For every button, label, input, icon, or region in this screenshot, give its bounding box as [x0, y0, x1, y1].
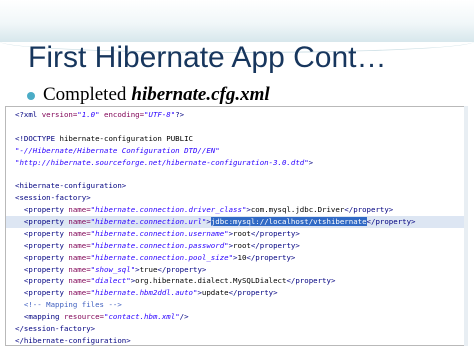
- code-line[interactable]: <property name="dialect">org.hibernate.d…: [15, 275, 467, 287]
- code-line[interactable]: </hibernate-configuration>: [15, 335, 467, 347]
- code-line[interactable]: ​: [15, 121, 467, 133]
- selected-text: jdbc:mysql://localhost/vtshibernate: [210, 217, 367, 227]
- code-line[interactable]: <property name="hibernate.connection.pas…: [15, 240, 467, 252]
- code-line[interactable]: <property name="hibernate.hbm2ddl.auto">…: [15, 287, 467, 299]
- code-line[interactable]: <session-factory>: [15, 192, 467, 204]
- code-line[interactable]: ​: [15, 168, 467, 180]
- code-line[interactable]: <!-- Mapping files -->: [15, 299, 467, 311]
- code-line[interactable]: <property name="hibernate.connection.url…: [6, 216, 467, 228]
- code-line[interactable]: <mapping resource="contact.hbm.xml"/>: [15, 311, 467, 323]
- code-line[interactable]: "-//Hibernate/Hibernate Configuration DT…: [15, 145, 467, 157]
- bullet-dot-icon: [27, 92, 35, 100]
- code-line[interactable]: <!DOCTYPE hibernate-configuration PUBLIC: [15, 133, 467, 145]
- editor-scrollbar[interactable]: [464, 106, 468, 346]
- code-line[interactable]: "http://hibernate.sourceforge.net/hibern…: [15, 157, 467, 169]
- bullet-label: Completed: [43, 84, 127, 105]
- slide-title: First Hibernate App Cont…: [28, 41, 387, 74]
- bullet-filename: hibernate.cfg.xml: [131, 84, 270, 105]
- slide-header-band: [0, 0, 474, 53]
- code-line[interactable]: <property name="show_sql">true</property…: [15, 264, 467, 276]
- code-editor[interactable]: <?xml version="1.0" encoding="UTF-8"?>​<…: [5, 106, 467, 347]
- code-line[interactable]: <property name="hibernate.connection.use…: [15, 228, 467, 240]
- code-line[interactable]: <?xml version="1.0" encoding="UTF-8"?>: [15, 109, 467, 121]
- code-line[interactable]: <property name="hibernate.connection.poo…: [15, 252, 467, 264]
- code-listing: <?xml version="1.0" encoding="UTF-8"?>​<…: [6, 109, 467, 347]
- code-line[interactable]: <hibernate-configuration>: [15, 180, 467, 192]
- bullet-item: Completed hibernate.cfg.xml: [27, 84, 270, 106]
- code-line[interactable]: </session-factory>: [15, 323, 467, 335]
- code-line[interactable]: <property name="hibernate.connection.dri…: [15, 204, 467, 216]
